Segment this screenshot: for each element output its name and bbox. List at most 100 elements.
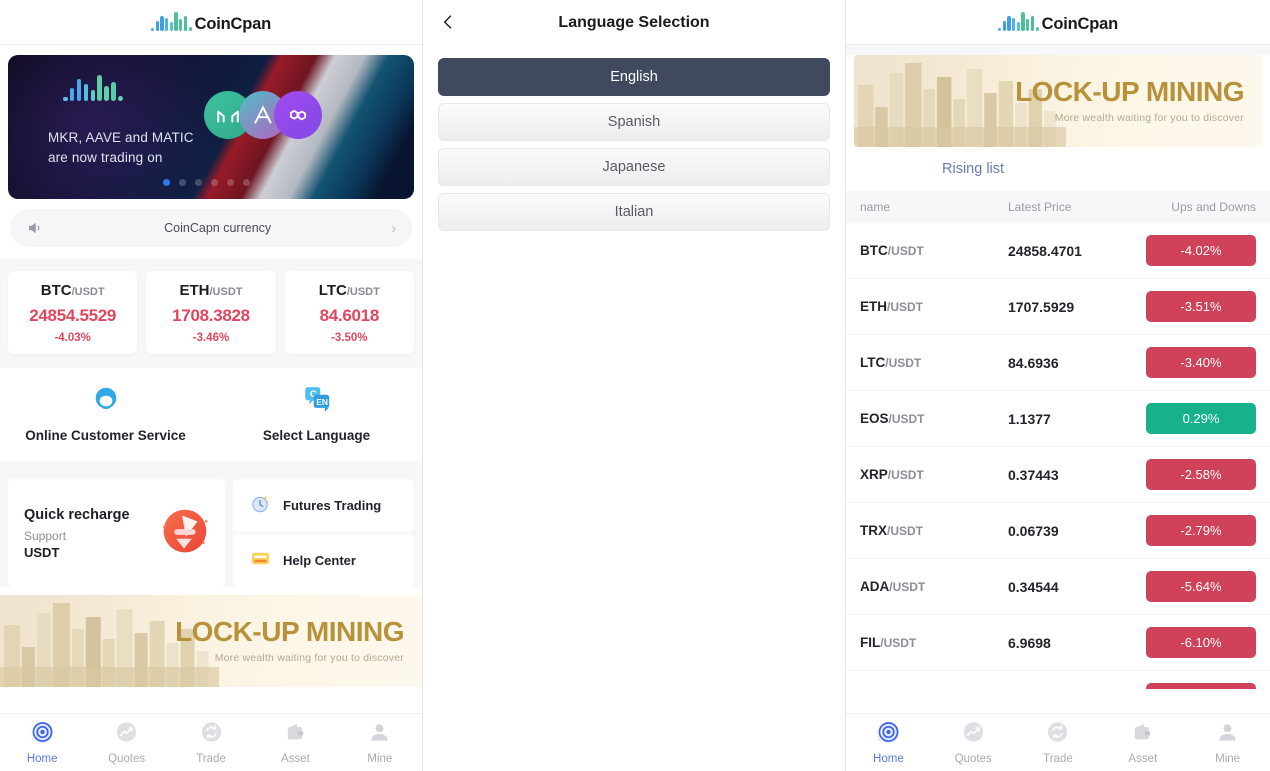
banner-dots[interactable]: [163, 179, 250, 186]
ticker-card[interactable]: LTC/USDT 84.6018 -3.50%: [284, 271, 414, 354]
nav-quotes[interactable]: Quotes: [931, 720, 1016, 765]
home-target-icon: [30, 720, 55, 750]
status-badge: -5.64%: [1146, 571, 1256, 602]
bottom-navigation-left: Home Quotes Trade Asset Mine: [0, 713, 422, 771]
chevron-right-icon: ›: [391, 220, 396, 236]
panel-language-selection: Language Selection English Spanish Japan…: [423, 0, 846, 771]
table-row[interactable]: TRX/USDT 0.06739 -2.79%: [846, 503, 1270, 559]
row-base: TRX: [860, 523, 887, 538]
banner-logo-icon: [63, 75, 123, 101]
nav-home[interactable]: Home: [0, 720, 84, 765]
action-select-language[interactable]: C EN Select Language: [211, 384, 422, 443]
table-row[interactable]: BTC/USDT 24858.4701 -4.02%: [846, 223, 1270, 279]
quick-recharge-grid: Quick recharge Support USDT Futures Trad…: [0, 471, 422, 587]
quick-link-futures-trading[interactable]: Futures Trading: [233, 479, 414, 532]
chevron-left-icon[interactable]: [435, 9, 461, 35]
quotes-chart-icon: [961, 720, 986, 750]
ticker-quote: /USDT: [209, 286, 243, 298]
table-row[interactable]: ADA/USDT 0.34544 -5.64%: [846, 559, 1270, 615]
row-quote: /USDT: [889, 580, 926, 594]
announcement-bar[interactable]: CoinCapn currency ›: [10, 209, 412, 247]
row-pair: BTC/USDT: [860, 243, 1008, 258]
column-header-name: name: [860, 200, 891, 214]
logo-candlestick-icon: [998, 11, 1039, 33]
action-online-customer-service[interactable]: Online Customer Service: [0, 384, 211, 443]
mining-title: LOCK-UP MINING: [1015, 76, 1244, 107]
ticker-card[interactable]: ETH/USDT 1708.3828 -3.46%: [146, 271, 276, 354]
language-bubbles-icon: C EN: [302, 384, 332, 419]
mining-banner-wrap: LOCK-UP MINING More wealth waiting for y…: [846, 55, 1270, 147]
language-option-italian[interactable]: Italian: [438, 193, 830, 231]
table-row[interactable]: LTC/USDT 84.6936 -3.40%: [846, 335, 1270, 391]
ticker-pair: BTC/USDT: [14, 282, 131, 299]
bottom-navigation-right: Home Quotes Trade Asset Mine: [846, 713, 1270, 771]
nav-mine[interactable]: Mine: [338, 720, 422, 765]
row-price: 1.1377: [1008, 410, 1051, 427]
polygon-coin-icon: [274, 91, 322, 139]
nav-asset[interactable]: Asset: [1100, 720, 1185, 765]
nav-home[interactable]: Home: [846, 720, 931, 765]
row-change-cell: -2.16%: [1130, 683, 1256, 689]
quick-link-help-center[interactable]: Help Center: [233, 534, 414, 587]
market-table-header: name Latest Price Ups and Downs: [846, 191, 1270, 223]
row-base: ETH: [860, 299, 887, 314]
language-option-spanish[interactable]: Spanish: [438, 103, 830, 141]
ticker-pair: LTC/USDT: [291, 282, 408, 299]
row-pair: FIL/USDT: [860, 635, 1008, 650]
market-list[interactable]: BTC/USDT 24858.4701 -4.02% ETH/USDT 1707…: [846, 223, 1270, 689]
banner-dot[interactable]: [211, 179, 218, 186]
banner-dot[interactable]: [163, 179, 170, 186]
nav-trade[interactable]: Trade: [1016, 720, 1101, 765]
language-label: Japanese: [602, 159, 666, 175]
banner-dot[interactable]: [227, 179, 234, 186]
language-option-japanese[interactable]: Japanese: [438, 148, 830, 186]
rising-list-tab[interactable]: Rising list: [846, 147, 1270, 191]
lockup-mining-banner[interactable]: LOCK-UP MINING More wealth waiting for y…: [0, 595, 422, 687]
nav-label: Trade: [196, 753, 226, 765]
quick-recharge-coin: USDT: [24, 544, 60, 560]
status-badge: -2.79%: [1146, 515, 1256, 546]
row-price: 1707.5929: [1008, 298, 1075, 315]
row-pair: ADA/USDT: [860, 579, 1008, 594]
rising-list-label: Rising list: [942, 161, 1005, 177]
nav-label: Mine: [1215, 753, 1241, 765]
nav-mine[interactable]: Mine: [1185, 720, 1270, 765]
table-row[interactable]: XRP/USDT 0.37443 -2.58%: [846, 447, 1270, 503]
nav-trade[interactable]: Trade: [169, 720, 253, 765]
table-row[interactable]: ETH/USDT 1707.5929 -3.51%: [846, 279, 1270, 335]
quick-actions: Online Customer Service C EN Select Lang…: [0, 368, 422, 471]
banner-dot[interactable]: [195, 179, 202, 186]
announcement-text: CoinCapn currency: [164, 221, 272, 235]
promo-banner[interactable]: MKR, AAVE and MATIC are now trading on: [8, 55, 414, 199]
mine-person-icon: [1215, 720, 1240, 750]
status-badge: -3.51%: [1146, 291, 1256, 322]
panel-home: CoinCpan MKR, AAVE and MATIC are now tra…: [0, 0, 423, 771]
nav-asset[interactable]: Asset: [253, 720, 337, 765]
table-row[interactable]: EOS/USDT 1.1377 0.29%: [846, 391, 1270, 447]
language-option-english[interactable]: English: [438, 58, 830, 96]
trade-swap-icon: [199, 720, 224, 750]
quick-recharge-card[interactable]: Quick recharge Support USDT: [8, 479, 225, 587]
ticker-change: -4.03%: [54, 332, 91, 344]
language-header: Language Selection: [423, 0, 845, 45]
table-row[interactable]: DOGE/USDT 0.07793 -2.16%: [846, 671, 1270, 689]
language-list: English Spanish Japanese Italian: [423, 45, 845, 231]
status-badge: -4.02%: [1146, 235, 1256, 266]
banner-dot[interactable]: [243, 179, 250, 186]
recharge-card-icon: [153, 500, 215, 567]
ticker-card[interactable]: BTC/USDT 24854.5529 -4.03%: [8, 271, 138, 354]
nav-quotes[interactable]: Quotes: [84, 720, 168, 765]
row-base: BTC: [860, 243, 888, 258]
banner-dot[interactable]: [179, 179, 186, 186]
status-badge: -3.40%: [1146, 347, 1256, 378]
logo-candlestick-icon: [151, 11, 192, 33]
trade-swap-icon: [1045, 720, 1070, 750]
nav-label: Quotes: [108, 753, 146, 765]
banner-coin-icons: [204, 91, 322, 139]
language-label: Spanish: [607, 114, 661, 130]
row-quote: /USDT: [888, 412, 925, 426]
table-row[interactable]: FIL/USDT 6.9698 -6.10%: [846, 615, 1270, 671]
speaker-icon: [26, 219, 44, 237]
lockup-mining-banner[interactable]: LOCK-UP MINING More wealth waiting for y…: [854, 55, 1262, 147]
row-change-cell: -2.79%: [1130, 515, 1256, 546]
